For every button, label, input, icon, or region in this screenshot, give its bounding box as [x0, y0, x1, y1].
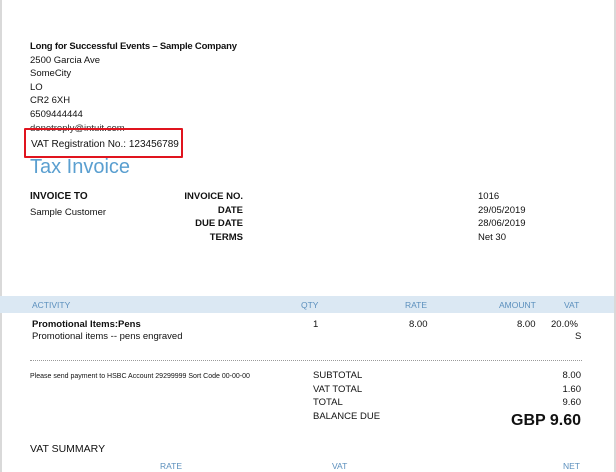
meta-value: 1016 — [478, 191, 500, 202]
company-block: Long for Successful Events – Sample Comp… — [30, 40, 237, 135]
page-left-edge — [0, 0, 2, 472]
address-line: LO — [30, 81, 43, 93]
column-header-amount: AMOUNT — [499, 300, 536, 310]
column-header-vat: VAT — [564, 300, 580, 310]
totals-row-total: TOTAL 9.60 — [313, 397, 581, 411]
item-vat-code: S — [575, 331, 582, 342]
phone-number: 6509444444 — [30, 108, 83, 120]
meta-label: TERMS — [209, 231, 243, 243]
meta-label: DUE DATE — [195, 218, 243, 229]
vat-summary-title: VAT SUMMARY — [30, 443, 106, 455]
meta-value: Net 30 — [478, 231, 506, 243]
totals-row-vat-total: VAT TOTAL 1.60 — [313, 384, 581, 398]
customer-name: Sample Customer — [30, 207, 107, 218]
address-line: SomeCity — [30, 68, 72, 80]
column-header-rate: RATE — [405, 300, 428, 310]
payment-note: Please send payment to HSBC Account 2929… — [30, 373, 250, 380]
item-vat-rate: 20.0% — [551, 319, 578, 330]
totals-value: 9.60 — [562, 397, 582, 408]
address-line: CR2 6XH — [30, 95, 71, 107]
document-title: Tax Invoice — [30, 156, 131, 178]
totals-label: VAT TOTAL — [313, 383, 363, 395]
item-amount: 8.00 — [517, 319, 536, 330]
balance-due-amount: GBP 9.60 — [511, 412, 581, 429]
totals-label: TOTAL — [313, 397, 343, 408]
vat-summary-header: RATE VAT NET — [0, 459, 614, 472]
column-header-activity: ACTIVITY — [32, 300, 71, 310]
address-line: 2500 Garcia Ave — [30, 54, 101, 66]
totals-label: BALANCE DUE — [313, 410, 381, 422]
totals-row-subtotal: SUBTOTAL 8.00 — [313, 370, 581, 384]
highlight-annotation-box — [24, 128, 183, 158]
invoice-to-label: INVOICE TO — [30, 191, 88, 202]
dotted-divider — [30, 360, 582, 361]
meta-label: DATE — [217, 204, 243, 216]
meta-value: 29/05/2019 — [478, 204, 526, 216]
vat-column-net: NET — [563, 461, 580, 471]
column-header-qty: QTY — [301, 300, 319, 310]
items-table-header: ACTIVITY QTY RATE AMOUNT VAT — [0, 296, 614, 313]
item-qty: 1 — [313, 319, 319, 330]
item-description: Promotional items -- pens engraved — [32, 331, 183, 342]
meta-value: 28/06/2019 — [478, 218, 526, 229]
totals-value: 8.00 — [562, 370, 582, 381]
totals-value: 1.60 — [562, 383, 582, 395]
item-name: Promotional Items:Pens — [32, 319, 141, 330]
company-name: Long for Successful Events – Sample Comp… — [30, 41, 237, 52]
item-rate: 8.00 — [409, 319, 428, 330]
vat-column-vat: VAT — [332, 461, 348, 471]
vat-column-rate: RATE — [160, 461, 183, 471]
totals-label: SUBTOTAL — [313, 370, 363, 381]
meta-label: INVOICE NO. — [184, 191, 243, 202]
